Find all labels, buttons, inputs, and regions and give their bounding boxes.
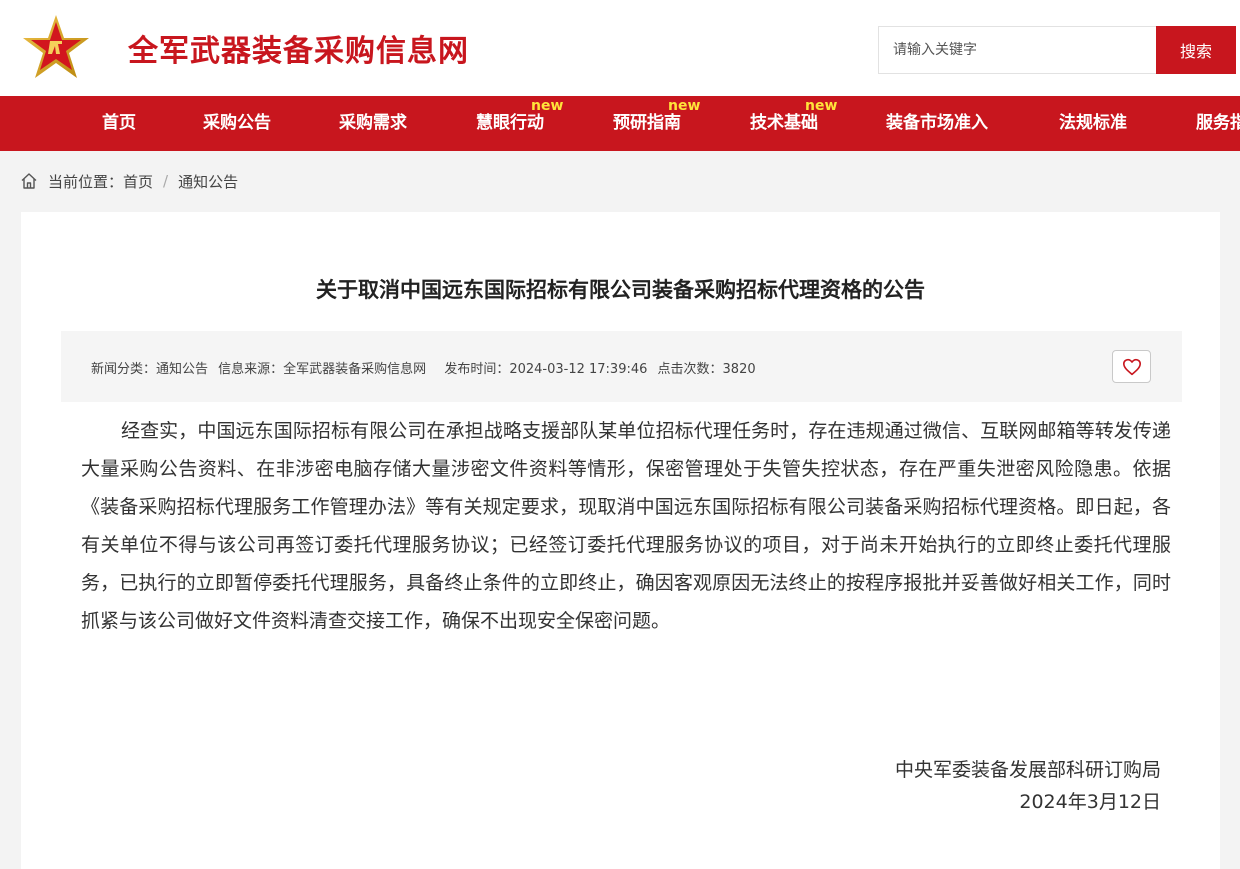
- breadcrumb-prefix: 当前位置：: [48, 172, 124, 191]
- site-header: 全军武器装备采购信息网 搜索: [0, 0, 1240, 96]
- article-date: 2024年3月12日: [1019, 791, 1161, 813]
- article-signature-block: 中央军委装备发展部科研订购局 2024年3月12日: [895, 754, 1161, 818]
- article-meta-bar: 新闻分类：通知公告 信息来源：全军武器装备采购信息网 发布时间：2024-03-…: [61, 331, 1182, 402]
- new-badge: new: [805, 98, 838, 114]
- meta-category: 新闻分类：通知公告: [91, 362, 209, 377]
- pla-star-emblem-icon[interactable]: [22, 14, 90, 80]
- breadcrumb-home-link[interactable]: 首页: [123, 171, 153, 192]
- article-container: 关于取消中国远东国际招标有限公司装备采购招标代理资格的公告 新闻分类：通知公告 …: [21, 212, 1220, 869]
- home-icon: [21, 173, 37, 189]
- favorite-button[interactable]: [1112, 350, 1151, 383]
- main-nav: 首页 采购公告 采购需求 慧眼行动 new 预研指南 new 技术基础 new …: [0, 96, 1240, 151]
- article-body: 经查实，中国远东国际招标有限公司在承担战略支援部队某单位招标代理任务时，存在违规…: [81, 420, 1171, 632]
- nav-item-regulations[interactable]: 法规标准: [1059, 96, 1127, 151]
- nav-item-home[interactable]: 首页: [102, 96, 136, 151]
- new-badge: new: [531, 98, 564, 114]
- nav-item-services[interactable]: 服务指: [1196, 96, 1240, 151]
- article-title: 关于取消中国远东国际招标有限公司装备采购招标代理资格的公告: [316, 278, 925, 302]
- search-input[interactable]: [878, 26, 1157, 74]
- nav-item-market-access[interactable]: 装备市场准入: [886, 96, 988, 151]
- search-button[interactable]: 搜索: [1156, 26, 1236, 74]
- nav-item-procurement-demand[interactable]: 采购需求: [339, 96, 407, 151]
- heart-icon: [1122, 358, 1141, 375]
- nav-item-procurement-notice[interactable]: 采购公告: [203, 96, 271, 151]
- site-title[interactable]: 全军武器装备采购信息网: [128, 26, 469, 70]
- meta-clicks: 点击次数：3820: [657, 362, 756, 377]
- breadcrumb-separator: /: [163, 172, 169, 190]
- meta-source: 信息来源：全军武器装备采购信息网: [218, 362, 427, 377]
- breadcrumb: 当前位置： 首页 / 通知公告: [20, 170, 238, 192]
- breadcrumb-current[interactable]: 通知公告: [178, 171, 238, 192]
- article-signature: 中央军委装备发展部科研订购局: [894, 759, 1161, 781]
- meta-time: 发布时间：2024-03-12 17:39:46: [444, 362, 648, 377]
- new-badge: new: [668, 98, 701, 114]
- article-meta: 新闻分类：通知公告 信息来源：全军武器装备采购信息网 发布时间：2024-03-…: [91, 358, 762, 377]
